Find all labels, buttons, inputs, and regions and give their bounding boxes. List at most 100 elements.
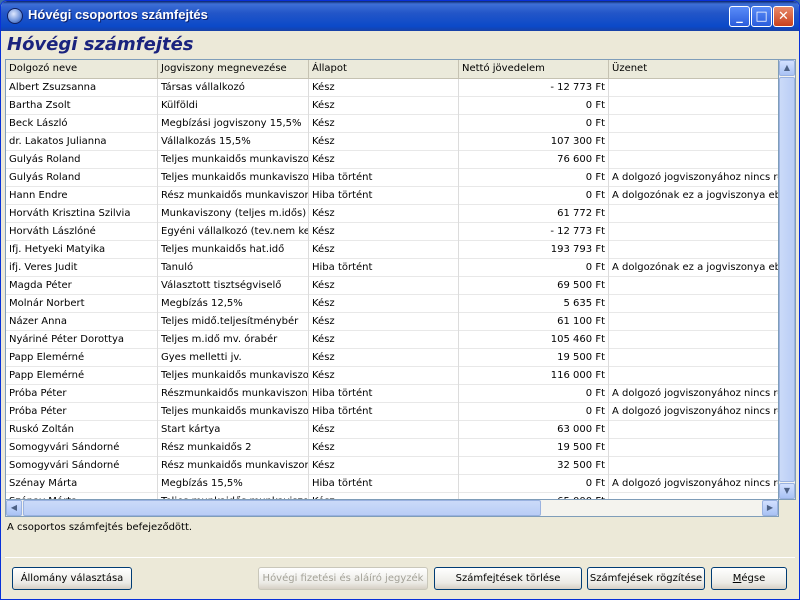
cell-employee-name: Próba Péter [6, 385, 158, 403]
cell-status: Hiba történt [309, 169, 459, 187]
table-row[interactable]: Szénay MártaTeljes munkaidős munkaviszon… [6, 493, 778, 499]
cell-message [609, 241, 778, 259]
cell-status: Kész [309, 277, 459, 295]
cell-net-income: 107 300 Ft [459, 133, 609, 151]
cell-net-income: 19 500 Ft [459, 439, 609, 457]
cell-message: A dolgozónak ez a jogviszonya ebb [609, 259, 778, 277]
cell-employee-name: Molnár Norbert [6, 295, 158, 313]
cell-employment-type: Teljes munkaidős hat.idő [158, 241, 309, 259]
cell-net-income: 105 460 Ft [459, 331, 609, 349]
cell-employment-type: Választott tisztségviselő [158, 277, 309, 295]
table-row[interactable]: Somogyvári Sándorné Rész munkaidős 2 Kész 1… [6, 439, 778, 457]
table-row[interactable]: ifj. Veres Judit Tanuló Hiba történt 0 Ft A … [6, 259, 778, 277]
table-row[interactable]: Papp Elemérné Teljes munkaidős munkaviszo… [6, 367, 778, 385]
cell-employee-name: Názer Anna [6, 313, 158, 331]
cell-message [609, 331, 778, 349]
month-end-report-button[interactable]: Hóvégi fizetési és aláíró jegyzék [258, 567, 428, 590]
table-row[interactable]: Molnár Norbert Megbízás 12,5% Kész 5 635 Ft [6, 295, 778, 313]
column-header-employment-type[interactable]: Jogviszony megnevezése [158, 60, 309, 79]
cell-status: Hiba történt [309, 187, 459, 205]
table-row[interactable]: Beck László Megbízási jogviszony 15,5% Kés… [6, 115, 778, 133]
page-title: Hóvégi számfejtés [7, 34, 194, 55]
cell-status: Kész [309, 457, 459, 475]
cell-employment-type: Megbízás 12,5% [158, 295, 309, 313]
save-payroll-button[interactable]: Számfejések rögzítése [587, 567, 705, 590]
column-header-status[interactable]: Állapot [309, 60, 459, 79]
horizontal-scrollbar[interactable]: ◀ ▶ [5, 500, 779, 517]
cell-net-income: 0 Ft [459, 475, 609, 493]
cell-employment-type: Rész munkaidős munkaviszony [158, 187, 309, 205]
select-staff-button[interactable]: Állomány választása [12, 567, 132, 590]
cell-message [609, 151, 778, 169]
table-row[interactable]: dr. Lakatos Julianna Vállalkozás 15,5% Kés… [6, 133, 778, 151]
cell-message [609, 493, 778, 499]
cell-net-income: 0 Ft [459, 97, 609, 115]
table-row[interactable]: Próba Péter Részmunkaidős munkaviszony Hib… [6, 385, 778, 403]
vertical-scrollbar[interactable]: ▲ ▼ [779, 59, 796, 500]
cell-net-income: 0 Ft [459, 385, 609, 403]
table-row[interactable]: Albert Zsuzsanna Társas vállalkozó Kész - 1… [6, 79, 778, 97]
cell-message [609, 295, 778, 313]
scroll-left-arrow-icon[interactable]: ◀ [6, 500, 22, 516]
column-header-employee-name[interactable]: Dolgozó neve [6, 60, 158, 79]
cell-message [609, 223, 778, 241]
cell-employment-type: Munkaviszony (teljes m.idős) [158, 205, 309, 223]
cell-net-income: 32 500 Ft [459, 457, 609, 475]
scroll-right-arrow-icon[interactable]: ▶ [762, 500, 778, 516]
vertical-scroll-thumb[interactable] [779, 77, 795, 482]
table-row[interactable]: Szénay Márta Megbízás 15,5% Hiba történt 0 … [6, 475, 778, 493]
cell-employee-name: Bartha Zsolt [6, 97, 158, 115]
cell-employment-type: Megbízási jogviszony 15,5% [158, 115, 309, 133]
table-row[interactable]: Gulyás Roland Teljes munkaidős munkaviszo… [6, 151, 778, 169]
table-row[interactable]: Bartha Zsolt Külföldi Kész 0 Ft [6, 97, 778, 115]
cell-employment-type: Társas vállalkozó [158, 79, 309, 97]
table-row[interactable]: Somogyvári Sándorné Rész munkaidős munkav… [6, 457, 778, 475]
table-row[interactable]: Ifj. Hetyeki Matyika Teljes munkaidős hat… [6, 241, 778, 259]
cell-employment-type: Gyes melletti jv. [158, 349, 309, 367]
cell-employee-name: Hann Endre [6, 187, 158, 205]
table-row[interactable]: Próba Péter Teljes munkaidős munkaviszony… [6, 403, 778, 421]
delete-payroll-button[interactable]: Számfejtések törlése [434, 567, 582, 590]
cell-message: A dolgozó jogviszonyához nincs rög [609, 403, 778, 421]
cell-employment-type: Egyéni vállalkozó (tev.nem kez [158, 223, 309, 241]
cancel-label-rest: égse [741, 573, 766, 584]
table-row[interactable]: Horváth Krisztina Szilvia Munkaviszony (t… [6, 205, 778, 223]
cell-message [609, 367, 778, 385]
title-bar[interactable]: Hóvégi csoportos számfejtés _ □ ✕ [1, 1, 799, 31]
table-row[interactable]: Horváth Lászlóné Egyéni vállalkozó (tev.n… [6, 223, 778, 241]
cell-employment-type: Teljes munkaidős munkaviszony [158, 367, 309, 385]
table-row[interactable]: Gulyás Roland Teljes munkaidős munkaviszo… [6, 169, 778, 187]
cell-employee-name: Gulyás Roland [6, 151, 158, 169]
cell-employee-name: Szénay Márta [6, 475, 158, 493]
cell-employment-type: Részmunkaidős munkaviszony [158, 385, 309, 403]
cell-employment-type: Teljes midő.teljesítménybér [158, 313, 309, 331]
cell-status: Hiba történt [309, 385, 459, 403]
table-row[interactable]: Nyáriné Péter Dorottya Teljes m.idő mv. ó… [6, 331, 778, 349]
table-row[interactable]: Názer Anna Teljes midő.teljesítménybér Kés… [6, 313, 778, 331]
cell-message [609, 115, 778, 133]
cell-status: Kész [309, 97, 459, 115]
column-header-net-income[interactable]: Nettó jövedelem [459, 60, 609, 79]
cell-employee-name: Nyáriné Péter Dorottya [6, 331, 158, 349]
close-button[interactable]: ✕ [773, 6, 794, 27]
cell-employment-type: Külföldi [158, 97, 309, 115]
minimize-button[interactable]: _ [729, 6, 750, 27]
footer-divider [5, 557, 795, 558]
cell-net-income: 0 Ft [459, 187, 609, 205]
table-row[interactable]: Papp Elemérné Gyes melletti jv. Kész 19 500… [6, 349, 778, 367]
scroll-down-arrow-icon[interactable]: ▼ [779, 483, 795, 499]
horizontal-scroll-thumb[interactable] [23, 500, 541, 516]
cell-status: Hiba történt [309, 403, 459, 421]
cell-employee-name: Szénay Márta [6, 493, 158, 499]
cancel-button[interactable]: Mégse [711, 567, 787, 590]
scroll-up-arrow-icon[interactable]: ▲ [779, 60, 795, 76]
cell-status: Kész [309, 349, 459, 367]
table-row[interactable]: Magda Péter Választott tisztségviselő Kész… [6, 277, 778, 295]
maximize-button[interactable]: □ [751, 6, 772, 27]
cell-message: A dolgozó jogviszonyához nincs rög [609, 385, 778, 403]
cell-status: Hiba történt [309, 475, 459, 493]
column-header-message[interactable]: Üzenet [609, 60, 778, 79]
cell-net-income: 76 600 Ft [459, 151, 609, 169]
table-row[interactable]: Ruskó Zoltán Start kártya Kész 63 000 Ft [6, 421, 778, 439]
table-row[interactable]: Hann Endre Rész munkaidős munkaviszony Hib… [6, 187, 778, 205]
